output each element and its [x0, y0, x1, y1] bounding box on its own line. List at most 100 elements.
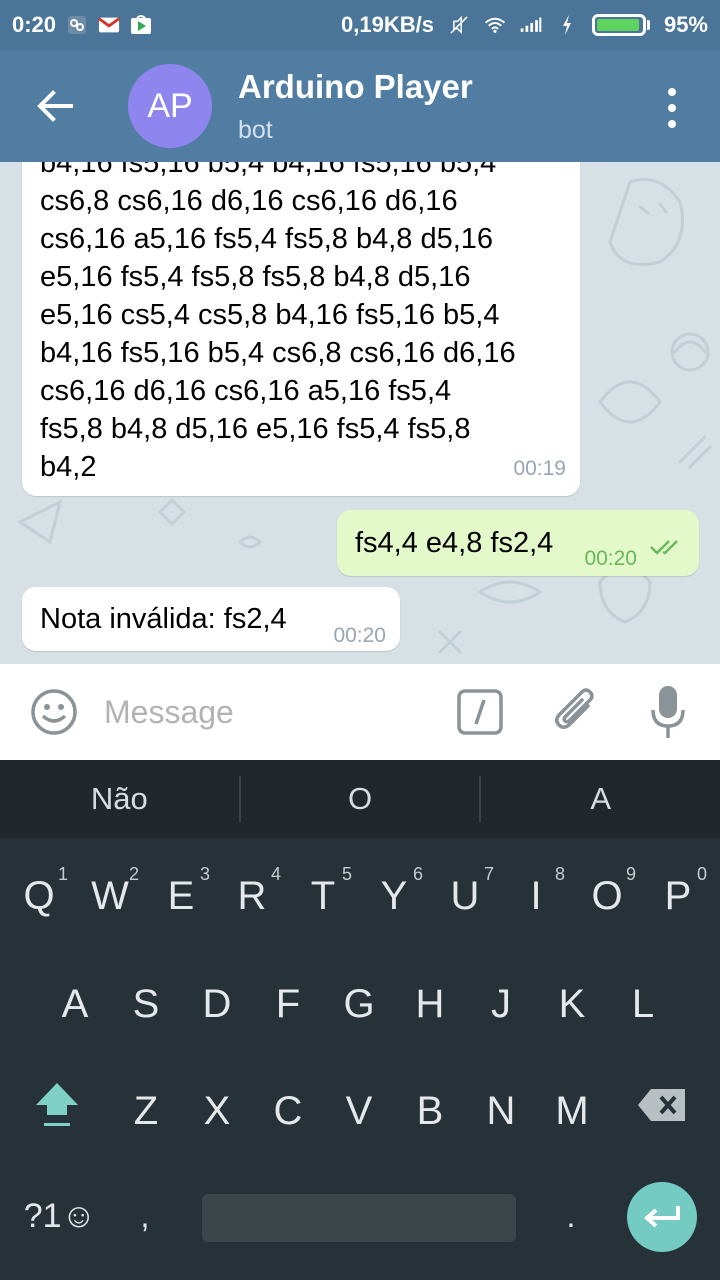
key-hint: 0	[696, 864, 707, 884]
key-z[interactable]: Z	[111, 1061, 181, 1161]
key-label: R	[237, 873, 267, 918]
outgoing-message[interactable]: fs4,4 e4,8 fs2,4 00:20	[337, 510, 699, 576]
gmail-icon	[98, 14, 120, 36]
key-e[interactable]: E3	[146, 846, 216, 946]
dot-icon	[668, 104, 676, 112]
key-t[interactable]: T5	[288, 846, 358, 946]
key-hint: 6	[412, 864, 423, 884]
key-hint: 8	[554, 864, 565, 884]
signal-icon	[520, 14, 542, 36]
key-h[interactable]: H	[395, 954, 465, 1054]
shift-icon	[36, 1083, 78, 1126]
key-o[interactable]: O9	[572, 846, 642, 946]
key-j[interactable]: J	[466, 954, 536, 1054]
composer-bar	[0, 664, 720, 760]
message-text: Nota inválida: fs2,4	[40, 603, 287, 635]
message-line: e5,16 fs5,4 fs5,8 fs5,8 b4,8 d5,16	[40, 261, 471, 293]
comma-key[interactable]: ,	[110, 1166, 180, 1266]
key-v[interactable]: V	[324, 1061, 394, 1161]
notification-icon	[66, 14, 88, 36]
key-label: O	[591, 873, 623, 918]
more-menu-button[interactable]	[660, 88, 684, 128]
enter-key[interactable]	[627, 1182, 697, 1252]
message-line: fs5,8 b4,8 d5,16 e5,16 fs5,4 fs5,8	[40, 413, 471, 445]
key-q[interactable]: Q1	[4, 846, 74, 946]
message-input[interactable]	[104, 686, 434, 738]
suggestion-item[interactable]: O	[241, 760, 480, 838]
key-g[interactable]: G	[324, 954, 394, 1054]
mute-icon	[448, 14, 470, 36]
backspace-icon	[638, 1089, 685, 1121]
key-r[interactable]: R4	[217, 846, 287, 946]
key-x[interactable]: X	[182, 1061, 252, 1161]
status-time: 0:20	[12, 12, 57, 37]
battery-icon	[591, 14, 650, 36]
play-store-icon	[130, 14, 152, 36]
key-m[interactable]: M	[537, 1061, 607, 1161]
period-key[interactable]: .	[536, 1166, 606, 1266]
key-b[interactable]: B	[395, 1061, 465, 1161]
charging-icon	[556, 14, 578, 36]
key-p[interactable]: P0	[643, 846, 713, 946]
space-key[interactable]	[202, 1194, 516, 1242]
key-label: I	[530, 873, 542, 918]
key-s[interactable]: S	[111, 954, 181, 1054]
key-a[interactable]: A	[40, 954, 110, 1054]
suggestion-item[interactable]: A	[481, 760, 720, 838]
key-hint: 3	[199, 864, 210, 884]
emoji-icon[interactable]	[30, 688, 78, 736]
key-hint: 7	[483, 864, 494, 884]
chat-header: AP Arduino Player bot	[0, 50, 720, 162]
key-c[interactable]: C	[253, 1061, 323, 1161]
key-w[interactable]: W2	[75, 846, 145, 946]
key-d[interactable]: D	[182, 954, 252, 1054]
bot-command-icon[interactable]	[456, 688, 504, 736]
key-label: E	[167, 873, 195, 918]
message-time: 00:20	[333, 624, 386, 647]
key-hint: 4	[270, 864, 281, 884]
symbols-key[interactable]: ?1☺	[20, 1166, 100, 1266]
message-time: 00:19	[513, 457, 566, 480]
shift-key[interactable]	[22, 1055, 92, 1155]
key-l[interactable]: L	[608, 954, 678, 1054]
backspace-key[interactable]	[627, 1055, 697, 1155]
microphone-icon[interactable]	[650, 684, 686, 740]
chat-title: Arduino Player	[238, 67, 473, 105]
message-list[interactable]: b4,16 fs5,16 b5,4 b4,16 fs5,16 b5,4 cs6,…	[0, 162, 720, 664]
key-hint: 9	[625, 864, 636, 884]
double-check-icon	[650, 540, 678, 555]
key-label: W	[91, 873, 129, 918]
message-line: b4,16 fs5,16 b5,4 cs6,8 cs6,16 d6,16	[40, 337, 516, 369]
message-line: b4,2	[40, 451, 97, 483]
avatar[interactable]: AP	[128, 64, 212, 148]
wifi-icon	[484, 14, 506, 36]
message-line: cs6,16 a5,16 fs5,4 fs5,8 b4,8 d5,16	[40, 223, 494, 255]
incoming-message[interactable]: b4,16 fs5,16 b5,4 b4,16 fs5,16 b5,4 cs6,…	[22, 162, 580, 496]
key-k[interactable]: K	[537, 954, 607, 1054]
key-hint: 1	[57, 864, 68, 884]
back-button[interactable]	[0, 50, 110, 162]
network-speed: 0,19KB/s	[341, 12, 434, 37]
message-line: b4,16 fs5,16 b5,4 b4,16 fs5,16 b5,4	[40, 162, 497, 179]
soft-keyboard: Não O A Q1W2E3R4T5Y6U7I8O9P0 ASDFGHJKL Z…	[0, 760, 720, 1280]
incoming-message[interactable]: Nota inválida: fs2,4 00:20	[22, 587, 400, 651]
key-label: U	[450, 873, 480, 918]
enter-icon	[643, 1206, 680, 1228]
key-u[interactable]: U7	[430, 846, 500, 946]
dot-icon	[668, 88, 676, 96]
key-y[interactable]: Y6	[359, 846, 429, 946]
suggestion-item[interactable]: Não	[0, 760, 239, 838]
message-time: 00:20	[584, 547, 637, 570]
key-f[interactable]: F	[253, 954, 323, 1054]
key-label: P	[664, 873, 692, 918]
key-hint: 2	[128, 864, 139, 884]
message-line: cs6,16 d6,16 cs6,16 a5,16 fs5,4	[40, 375, 452, 407]
message-text: fs4,4 e4,8 fs2,4	[355, 527, 554, 559]
key-i[interactable]: I8	[501, 846, 571, 946]
chat-title-block[interactable]: Arduino Player bot	[238, 68, 473, 145]
battery-percent: 95%	[663, 12, 708, 37]
chat-subtitle: bot	[238, 115, 273, 144]
attach-icon[interactable]	[552, 686, 600, 738]
key-label: Q	[23, 873, 55, 918]
key-n[interactable]: N	[466, 1061, 536, 1161]
